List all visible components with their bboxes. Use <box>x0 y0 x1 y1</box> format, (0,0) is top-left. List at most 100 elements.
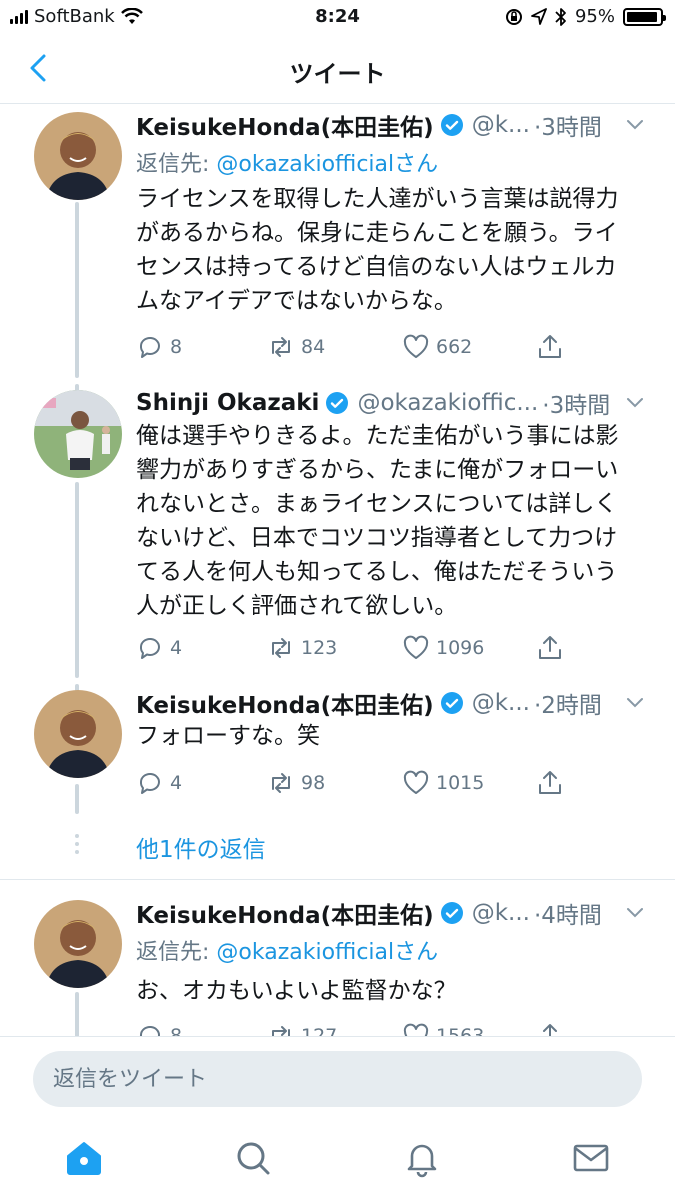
mail-icon <box>573 1144 609 1172</box>
tab-search[interactable] <box>233 1138 277 1182</box>
retweet-button[interactable]: 84 <box>267 333 325 361</box>
tab-home[interactable] <box>64 1138 108 1182</box>
like-button[interactable]: 1015 <box>402 769 484 797</box>
timestamp[interactable]: ·4時間 <box>534 896 602 930</box>
retweet-icon <box>272 1026 290 1036</box>
like-count: 1015 <box>436 772 485 794</box>
status-bar: SoftBank 8:24 95% <box>0 0 675 36</box>
avatar[interactable] <box>34 900 122 988</box>
tweet-thread[interactable]: KeisukeHonda(本田圭佑) @k... ·3時間 返信先: @okaz… <box>0 104 675 1036</box>
tweet-text: 俺は選手やりきるよ。ただ圭佑がいう事には影響力がありすぎるから、たまに俺がフォロ… <box>136 423 619 619</box>
heart-icon <box>403 770 429 794</box>
reply-button[interactable]: 8 <box>136 333 182 361</box>
tweet-header: Shinji Okazaki @okazakioffic... ·3時間 <box>136 386 645 420</box>
avatar[interactable] <box>34 390 122 478</box>
timestamp[interactable]: ·3時間 <box>542 386 610 420</box>
retweet-icon <box>272 773 290 793</box>
like-button[interactable]: 1096 <box>402 634 484 662</box>
display-name[interactable]: Shinji Okazaki <box>136 390 319 416</box>
user-handle[interactable]: @k... <box>472 900 530 926</box>
chevron-down-icon[interactable] <box>625 392 645 412</box>
tab-messages[interactable] <box>571 1138 615 1182</box>
avatar[interactable] <box>34 112 122 200</box>
retweet-icon <box>272 638 290 658</box>
reply-icon <box>139 772 160 794</box>
share-icon <box>543 1024 557 1036</box>
heart-icon <box>403 1023 429 1036</box>
reply-button[interactable]: 4 <box>136 769 182 797</box>
timestamp[interactable]: ·2時間 <box>534 686 602 720</box>
tweet[interactable]: KeisukeHonda(本田圭佑) @k... ·2時間 フォローすな。笑 4… <box>0 684 675 820</box>
status-right: 95% <box>505 6 666 27</box>
avatar[interactable] <box>34 690 122 778</box>
tweet[interactable]: KeisukeHonda(本田圭佑) @k... ·3時間 返信先: @okaz… <box>0 104 675 384</box>
tab-bar <box>0 1124 675 1200</box>
retweet-button[interactable]: 127 <box>267 1022 337 1036</box>
reply-mention-link[interactable]: @okazakiofficialさん <box>216 940 438 965</box>
display-name[interactable]: KeisukeHonda(本田圭佑) <box>136 108 434 142</box>
verified-badge-icon <box>440 114 463 136</box>
retweet-button[interactable]: 123 <box>267 634 337 662</box>
tweet-actions: 4 123 1096 <box>136 634 576 664</box>
orientation-lock-icon <box>505 8 522 25</box>
thread-line <box>75 482 79 678</box>
reply-mention-link[interactable]: @okazakiofficialさん <box>216 152 438 177</box>
tweet-text: フォローすな。笑 <box>136 723 320 749</box>
avatar-image <box>34 900 122 988</box>
share-button[interactable] <box>536 634 564 662</box>
display-name[interactable]: KeisukeHonda(本田圭佑) <box>136 686 434 720</box>
retweet-count: 127 <box>301 1025 338 1036</box>
avatar-image <box>34 390 122 478</box>
verified-badge-icon <box>440 692 463 714</box>
thread-line <box>75 202 79 378</box>
tweet[interactable]: KeisukeHonda(本田圭佑) @k... ·4時間 返信先: @okaz… <box>0 894 675 1036</box>
verified-badge-icon <box>326 392 349 414</box>
user-handle[interactable]: @k... <box>472 112 530 138</box>
reply-input[interactable] <box>33 1051 642 1107</box>
reply-button[interactable]: 8 <box>136 1022 182 1036</box>
battery-fill <box>627 11 658 22</box>
like-count: 662 <box>436 336 473 358</box>
retweet-icon <box>272 337 290 357</box>
avatar-image <box>34 690 122 778</box>
tweet-header: KeisukeHonda(本田圭佑) @k... ·3時間 <box>136 108 645 142</box>
retweet-count: 84 <box>301 336 326 358</box>
retweet-count: 123 <box>301 637 338 659</box>
chevron-down-icon[interactable] <box>625 114 645 134</box>
user-handle[interactable]: @k... <box>472 690 530 716</box>
more-replies-row[interactable]: 他1件の返信 <box>0 820 675 880</box>
bluetooth-icon <box>555 7 566 26</box>
share-icon <box>539 771 561 794</box>
reply-context: 返信先: @okazakiofficialさん <box>136 934 438 966</box>
reply-icon <box>139 1025 160 1036</box>
avatar-image <box>34 112 122 200</box>
more-replies-link[interactable]: 他1件の返信 <box>136 830 266 864</box>
share-button[interactable] <box>536 1022 564 1036</box>
share-button[interactable] <box>536 333 564 361</box>
like-button[interactable]: 662 <box>402 333 472 361</box>
tab-notifications[interactable] <box>402 1138 446 1182</box>
share-button[interactable] <box>536 769 564 797</box>
page-title: ツイート <box>289 60 386 88</box>
reply-count: 4 <box>170 637 183 659</box>
more-dots <box>75 834 79 858</box>
retweet-button[interactable]: 98 <box>267 769 325 797</box>
chevron-down-icon[interactable] <box>625 902 645 922</box>
tweet-header: KeisukeHonda(本田圭佑) @k... ·4時間 <box>136 896 645 930</box>
timestamp[interactable]: ·3時間 <box>534 108 602 142</box>
thread-line <box>75 992 79 1036</box>
reply-prefix: 返信先: <box>136 940 217 965</box>
reply-composer <box>0 1036 675 1124</box>
like-button[interactable]: 1563 <box>402 1022 484 1036</box>
display-name[interactable]: KeisukeHonda(本田圭佑) <box>136 896 434 930</box>
tweet-header: KeisukeHonda(本田圭佑) @k... ·2時間 <box>136 686 645 720</box>
tweet[interactable]: Shinji Okazaki @okazakioffic... ·3時間 俺は選… <box>0 384 675 684</box>
reply-button[interactable]: 4 <box>136 634 182 662</box>
search-icon <box>237 1142 270 1175</box>
reply-icon <box>139 637 160 659</box>
heart-icon <box>403 334 429 358</box>
verified-badge-icon <box>440 902 463 924</box>
share-icon <box>539 636 561 659</box>
user-handle[interactable]: @okazakioffic... <box>357 390 538 416</box>
chevron-down-icon[interactable] <box>625 692 645 712</box>
